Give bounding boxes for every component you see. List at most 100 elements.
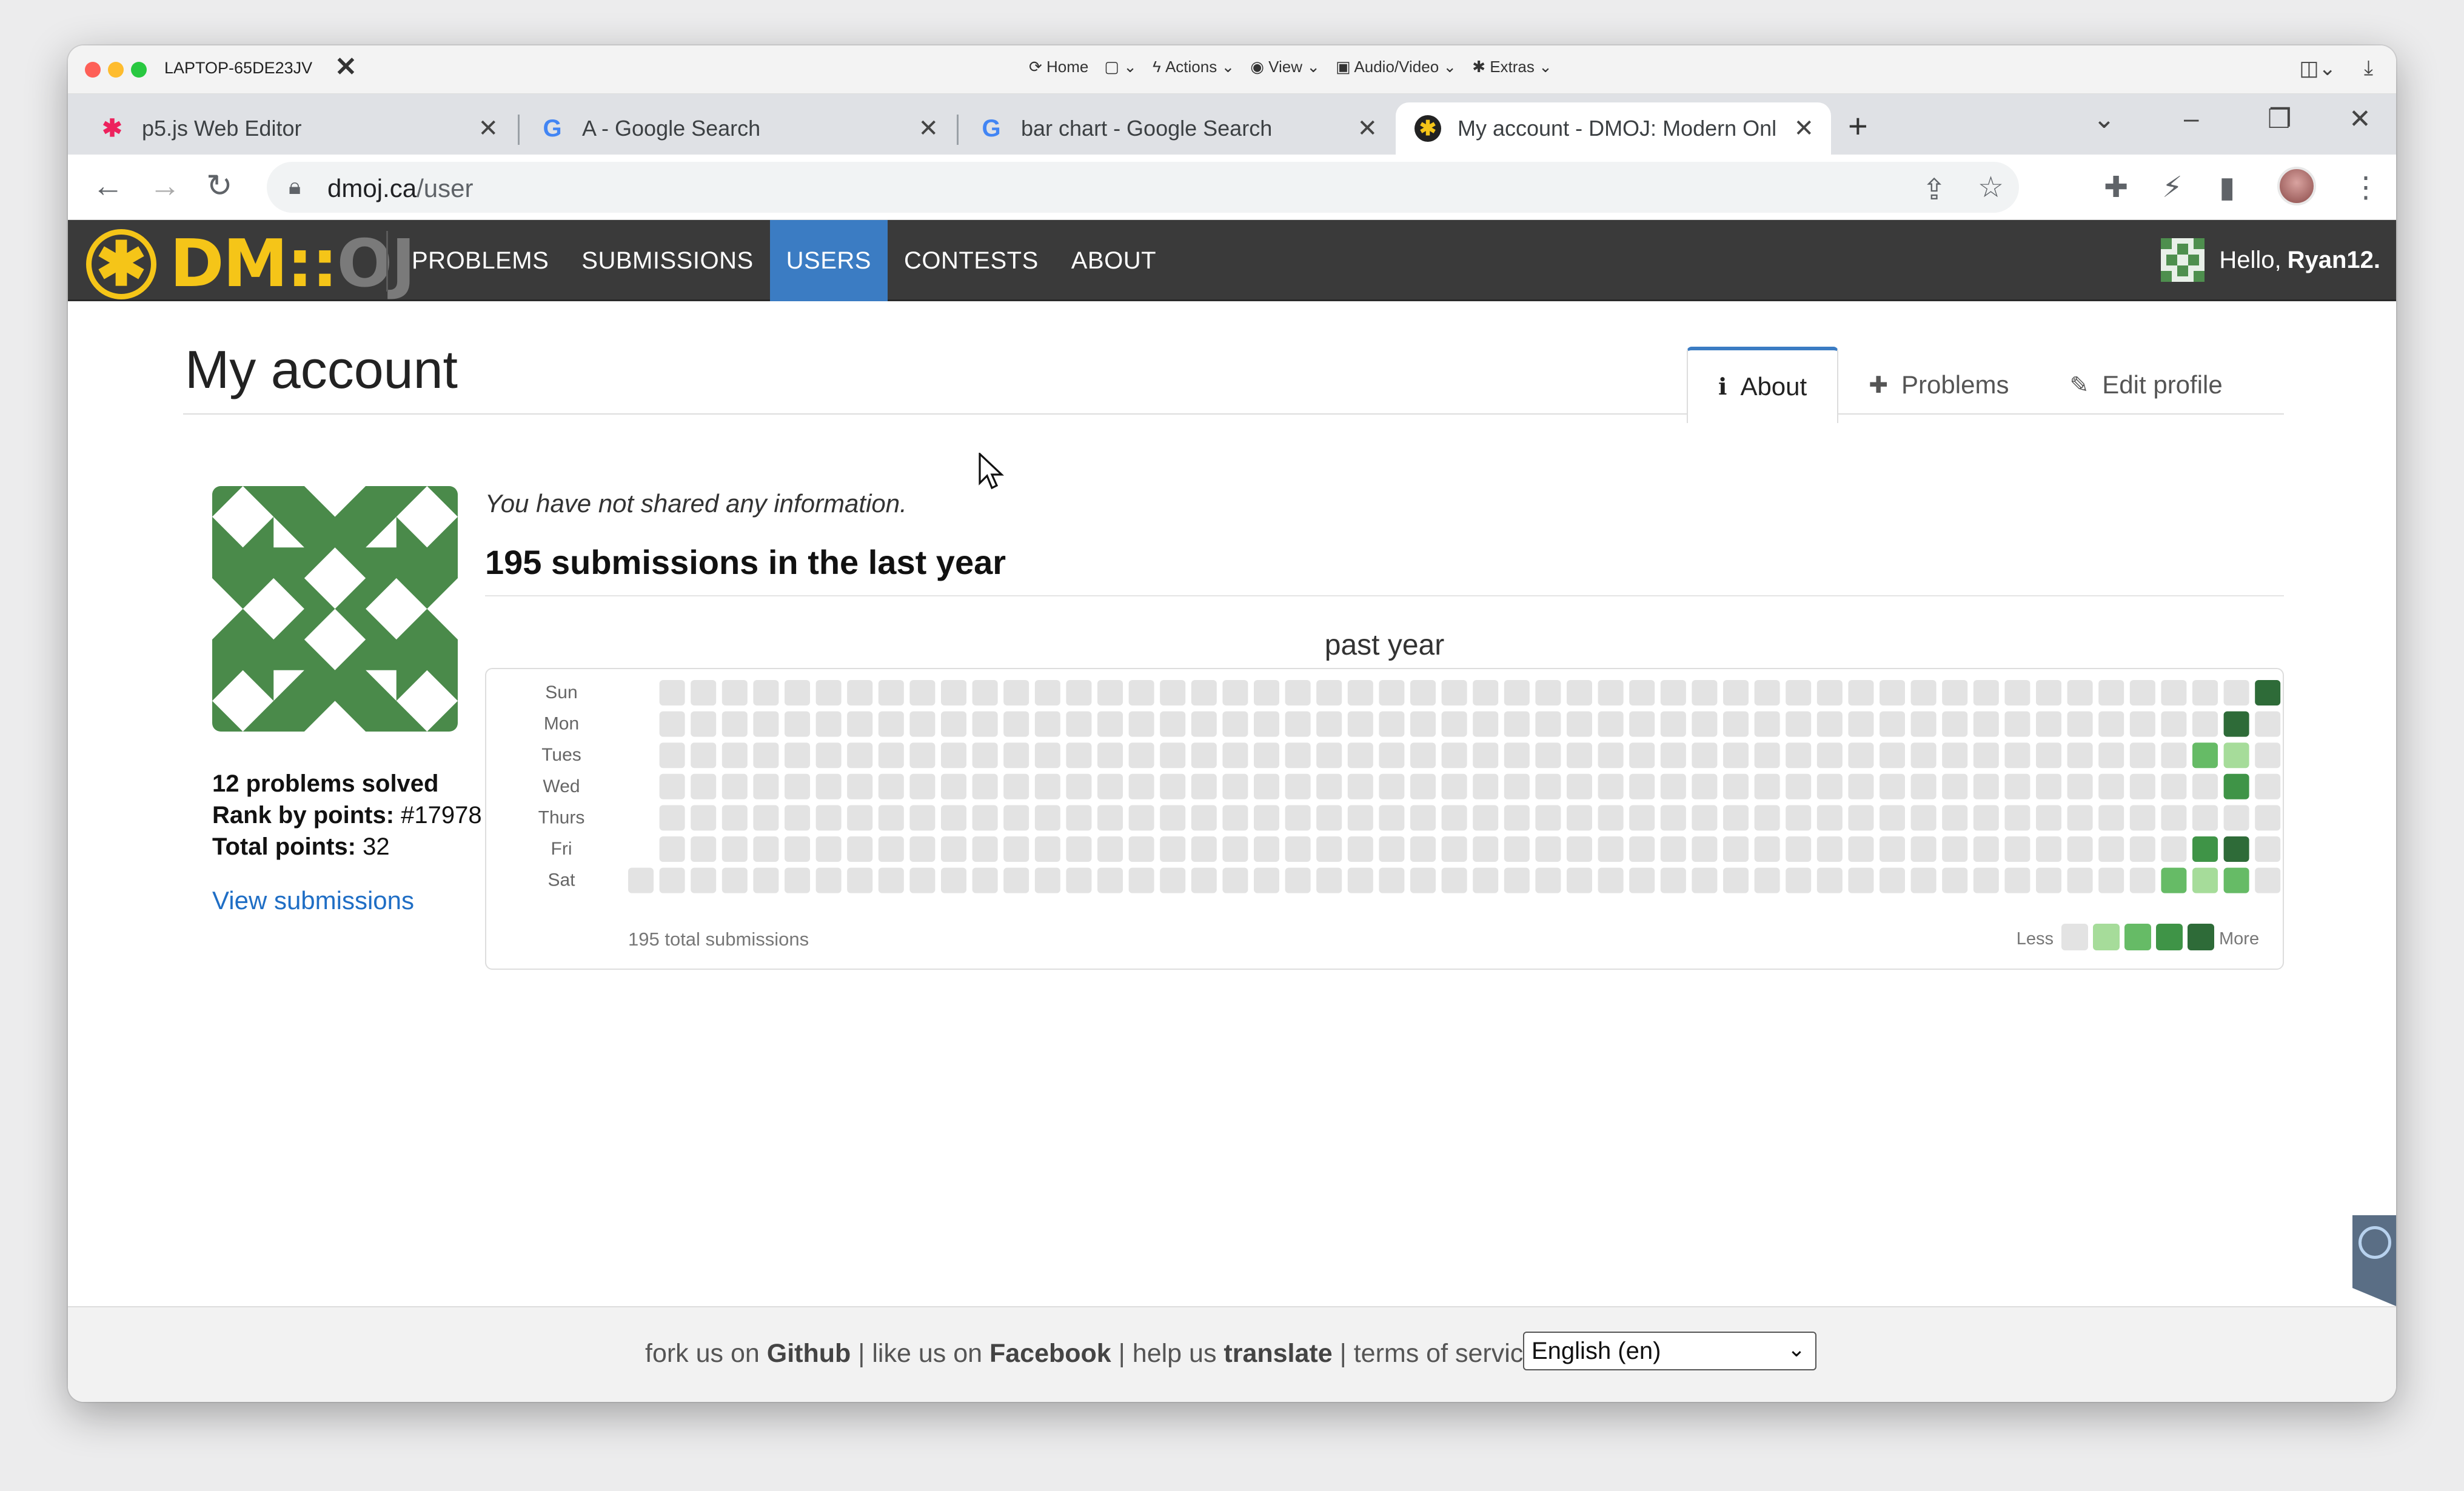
calendar-day-cell[interactable] (2223, 836, 2249, 862)
calendar-day-cell[interactable] (2255, 742, 2281, 769)
calendar-day-cell[interactable] (941, 805, 966, 831)
close-tab-icon[interactable]: ✕ (1357, 115, 1378, 142)
calendar-day-cell[interactable] (721, 680, 748, 705)
calendar-day-cell[interactable] (1598, 836, 1624, 862)
calendar-day-cell[interactable] (1754, 836, 1780, 862)
close-icon[interactable]: ✕ (2349, 104, 2371, 135)
calendar-day-cell[interactable] (2098, 742, 2124, 769)
calendar-day-cell[interactable] (1316, 867, 1342, 893)
calendar-day-cell[interactable] (1692, 680, 1718, 705)
calendar-day-cell[interactable] (1848, 711, 1874, 737)
calendar-day-cell[interactable] (878, 711, 904, 737)
calendar-day-cell[interactable] (1441, 836, 1467, 862)
calendar-day-cell[interactable] (1410, 773, 1436, 799)
calendar-day-cell[interactable] (909, 805, 936, 831)
calendar-day-cell[interactable] (2004, 867, 2030, 893)
calendar-day-cell[interactable] (1942, 742, 1968, 769)
calendar-day-cell[interactable] (1598, 867, 1624, 893)
calendar-day-cell[interactable] (1473, 836, 1499, 862)
calendar-day-cell[interactable] (1942, 711, 1968, 737)
calendar-day-cell[interactable] (2036, 805, 2061, 831)
calendar-day-cell[interactable] (2129, 805, 2155, 831)
calendar-day-cell[interactable] (1097, 836, 1123, 862)
calendar-day-cell[interactable] (691, 742, 717, 769)
calendar-day-cell[interactable] (1379, 680, 1405, 705)
calendar-day-cell[interactable] (2129, 680, 2155, 705)
calendar-day-cell[interactable] (1410, 836, 1436, 862)
calendar-day-cell[interactable] (1786, 773, 1812, 799)
calendar-day-cell[interactable] (972, 680, 998, 705)
screen-select-icon[interactable]: ◫⌄ (2299, 56, 2336, 81)
calendar-day-cell[interactable] (2192, 680, 2218, 705)
calendar-day-cell[interactable] (2098, 805, 2124, 831)
calendar-day-cell[interactable] (1598, 773, 1624, 799)
calendar-day-cell[interactable] (2129, 742, 2155, 769)
calendar-day-cell[interactable] (1222, 867, 1248, 893)
calendar-day-cell[interactable] (1160, 711, 1186, 737)
calendar-day-cell[interactable] (1379, 773, 1405, 799)
calendar-day-cell[interactable] (878, 836, 904, 862)
calendar-day-cell[interactable] (1786, 867, 1812, 893)
calendar-day-cell[interactable] (2129, 773, 2155, 799)
calendar-day-cell[interactable] (2192, 773, 2218, 799)
calendar-day-cell[interactable] (1003, 773, 1029, 799)
calendar-day-cell[interactable] (1441, 773, 1467, 799)
calendar-day-cell[interactable] (1660, 773, 1686, 799)
calendar-day-cell[interactable] (2161, 742, 2187, 769)
calendar-day-cell[interactable] (1910, 836, 1937, 862)
close-tab-icon[interactable]: ✕ (1793, 115, 1814, 142)
nav-problems[interactable]: PROBLEMS (395, 220, 565, 301)
calendar-day-cell[interactable] (1285, 742, 1311, 769)
calendar-day-cell[interactable] (2255, 773, 2281, 799)
calendar-day-cell[interactable] (1097, 680, 1123, 705)
calendar-day-cell[interactable] (847, 711, 873, 737)
calendar-day-cell[interactable] (2129, 711, 2155, 737)
calendar-day-cell[interactable] (909, 836, 936, 862)
calendar-day-cell[interactable] (1066, 805, 1092, 831)
calendar-day-cell[interactable] (1441, 680, 1467, 705)
view-submissions-link[interactable]: View submissions (212, 886, 414, 915)
new-tab-button[interactable]: + (1848, 106, 1868, 145)
calendar-day-cell[interactable] (1379, 805, 1405, 831)
calendar-day-cell[interactable] (1128, 867, 1154, 893)
calendar-day-cell[interactable] (1848, 680, 1874, 705)
calendar-day-cell[interactable] (1034, 836, 1060, 862)
calendar-day-cell[interactable] (815, 742, 842, 769)
calendar-day-cell[interactable] (1629, 805, 1655, 831)
calendar-day-cell[interactable] (785, 805, 810, 831)
calendar-day-cell[interactable] (1316, 742, 1342, 769)
calendar-day-cell[interactable] (1410, 867, 1436, 893)
calendar-day-cell[interactable] (1910, 680, 1937, 705)
calendar-day-cell[interactable] (972, 805, 998, 831)
calendar-day-cell[interactable] (2223, 867, 2249, 893)
calendar-day-cell[interactable] (2098, 836, 2124, 862)
calendar-day-cell[interactable] (1160, 742, 1186, 769)
user-avatar[interactable] (2161, 238, 2205, 282)
nav-users[interactable]: USERS (769, 220, 888, 301)
calendar-day-cell[interactable] (785, 836, 810, 862)
calendar-day-cell[interactable] (1066, 773, 1092, 799)
calendar-day-cell[interactable] (2192, 836, 2218, 862)
calendar-day-cell[interactable] (1128, 805, 1154, 831)
calendar-day-cell[interactable] (1535, 836, 1561, 862)
close-session-icon[interactable]: ✕ (335, 52, 357, 82)
remote-menu-actions[interactable]: ϟ Actions ⌄ (1153, 58, 1234, 76)
calendar-day-cell[interactable] (1285, 805, 1311, 831)
calendar-day-cell[interactable] (2004, 742, 2030, 769)
calendar-day-cell[interactable] (909, 680, 936, 705)
calendar-day-cell[interactable] (2067, 836, 2093, 862)
lock-icon[interactable]: 🔒︎ (289, 174, 301, 200)
calendar-day-cell[interactable] (1222, 805, 1248, 831)
calendar-day-cell[interactable] (1910, 711, 1937, 737)
calendar-day-cell[interactable] (2192, 867, 2218, 893)
calendar-day-cell[interactable] (909, 711, 936, 737)
calendar-day-cell[interactable] (1066, 680, 1092, 705)
calendar-day-cell[interactable] (691, 773, 717, 799)
calendar-day-cell[interactable] (1379, 867, 1405, 893)
calendar-day-cell[interactable] (691, 680, 717, 705)
calendar-day-cell[interactable] (1222, 836, 1248, 862)
calendar-day-cell[interactable] (878, 742, 904, 769)
tab-problems[interactable]: ✚ Problems (1838, 347, 2039, 423)
calendar-day-cell[interactable] (1504, 742, 1530, 769)
calendar-day-cell[interactable] (1848, 742, 1874, 769)
